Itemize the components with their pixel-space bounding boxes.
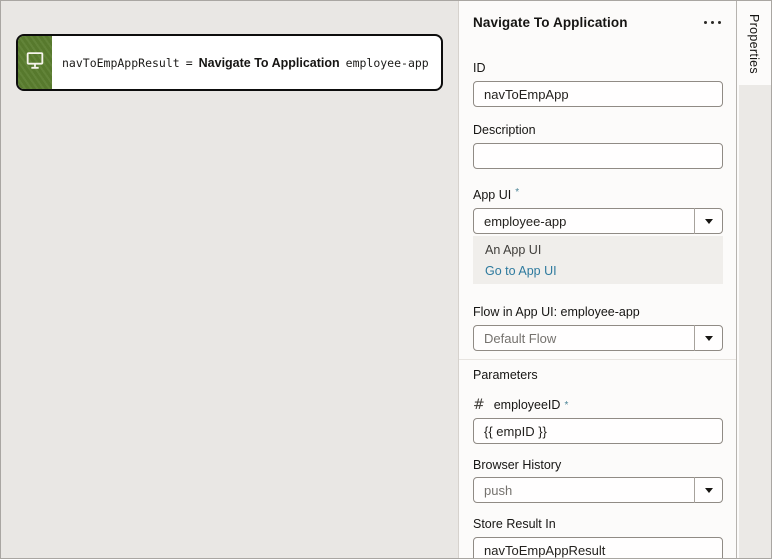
description-input[interactable]: [473, 143, 723, 169]
flow-canvas[interactable]: navToEmpAppResult = Navigate To Applicat…: [1, 1, 459, 558]
tab-properties-label: Properties: [747, 14, 761, 74]
app-ui-hint-text: An App UI: [485, 243, 542, 257]
flow-combobox: [473, 325, 723, 351]
app-ui-hint-box: An App UI Go to App UI: [473, 236, 723, 284]
flow-label: Flow in App UI: employee-app: [473, 305, 640, 319]
monitor-icon: [24, 49, 46, 76]
app-ui-label: App UI *: [473, 187, 520, 202]
required-asterisk: *: [564, 399, 569, 411]
navigate-to-application-node[interactable]: navToEmpAppResult = Navigate To Applicat…: [16, 34, 443, 91]
chevron-down-icon: [705, 218, 713, 224]
parameters-section-label: Parameters: [473, 368, 538, 382]
node-result-variable: navToEmpAppResult: [62, 55, 180, 70]
store-result-label: Store Result In: [473, 517, 556, 531]
panel-title: Navigate To Application: [473, 14, 628, 30]
flow-dropdown-button[interactable]: [694, 325, 723, 351]
store-result-input[interactable]: [473, 537, 723, 558]
chevron-down-icon: [705, 335, 713, 341]
tab-rail-background: [739, 85, 771, 558]
description-label: Description: [473, 123, 536, 137]
properties-panel: Navigate To Application ID Description A…: [459, 1, 738, 558]
chevron-down-icon: [705, 487, 713, 493]
required-asterisk: *: [515, 187, 520, 198]
browser-history-input[interactable]: [473, 477, 723, 503]
action-chain-editor-window: navToEmpAppResult = Navigate To Applicat…: [0, 0, 772, 559]
number-sign-icon: #: [473, 397, 485, 413]
app-ui-input[interactable]: [473, 208, 723, 234]
app-ui-combobox: [473, 208, 723, 234]
go-to-app-ui-link[interactable]: Go to App UI: [485, 262, 557, 281]
more-actions-menu-button[interactable]: [702, 17, 723, 28]
panel-header: Navigate To Application: [473, 13, 723, 31]
app-ui-dropdown-button[interactable]: [694, 208, 723, 234]
parameters-section-divider: [459, 359, 738, 360]
browser-history-combobox: [473, 477, 723, 503]
node-summary-text: navToEmpAppResult = Navigate To Applicat…: [52, 36, 441, 89]
browser-history-dropdown-button[interactable]: [694, 477, 723, 503]
id-input[interactable]: [473, 81, 723, 107]
employeeid-value-input[interactable]: [473, 418, 723, 444]
flow-input[interactable]: [473, 325, 723, 351]
node-equals-sign: =: [185, 55, 193, 70]
id-label: ID: [473, 61, 486, 75]
tab-properties[interactable]: Properties: [737, 1, 771, 85]
node-icon-area: [18, 36, 52, 89]
parameter-name: employeeID: [493, 398, 561, 412]
browser-history-label: Browser History: [473, 458, 562, 472]
ellipsis-dot: [704, 20, 707, 24]
ellipsis-dot: [718, 20, 721, 24]
node-action-label: Navigate To Application: [198, 55, 340, 70]
ellipsis-dot: [711, 20, 714, 24]
parameter-row-employeeid: # employeeID *: [473, 397, 723, 413]
node-target-app: employee-app: [345, 55, 429, 70]
right-tab-rail: Properties: [736, 1, 771, 558]
